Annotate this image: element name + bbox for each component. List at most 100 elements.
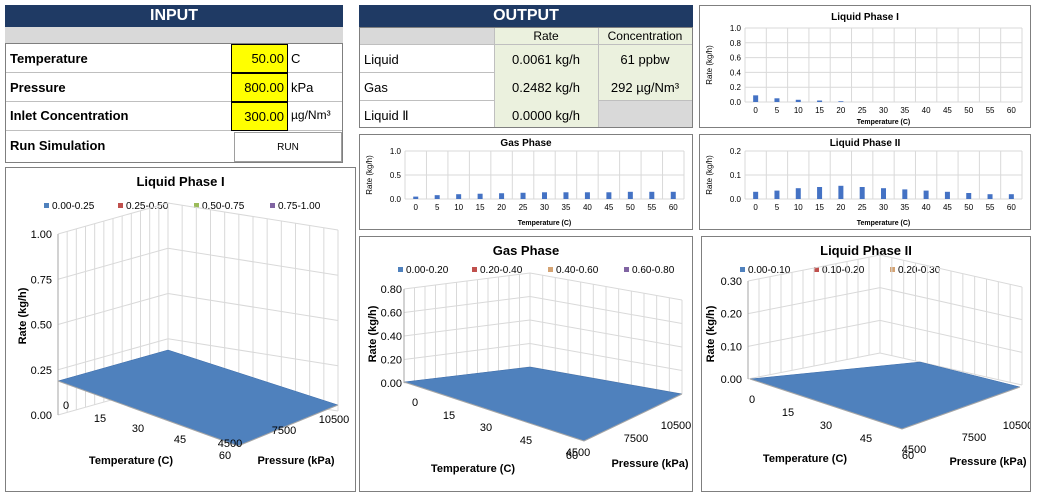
y-tick-label: 0.8 (730, 39, 742, 48)
bar (1008, 194, 1014, 199)
bar (584, 192, 590, 199)
x-tick-label: 30 (540, 203, 549, 212)
bar (881, 188, 886, 199)
x-tick-label: 10 (454, 203, 463, 212)
chart-gas-phase-bar: Gas Phase 0.0 0.5 1.0 0 5 10 15 20 25 30 35 40 45 50 55… (359, 134, 693, 230)
legend-swatch (548, 267, 553, 272)
bar (670, 191, 676, 199)
x-tick-label: 45 (604, 203, 613, 212)
x-tick-label: 15 (815, 203, 824, 212)
chart-title: Liquid Phase I (136, 174, 224, 189)
bar (795, 99, 801, 102)
inlet-concentration-input[interactable]: 300.00 (231, 102, 288, 131)
x-tick-label: 0 (753, 106, 758, 115)
y-tick-label: 0.2 (730, 83, 742, 92)
z-tick-label: 0.00 (31, 410, 52, 422)
chart-title: Liquid Phase II (820, 243, 912, 258)
bar (987, 194, 993, 199)
x-tick-label: 30 (820, 420, 832, 432)
x-tick-label: 45 (943, 106, 952, 115)
bar (649, 191, 655, 199)
x-tick-label: 60 (669, 203, 678, 212)
temperature-input[interactable]: 50.00 (231, 44, 288, 73)
x-tick-label: 10 (794, 106, 803, 115)
bar (774, 98, 780, 102)
pressure-input[interactable]: 800.00 (231, 73, 288, 102)
x-tick-label: 30 (879, 203, 888, 212)
bar (627, 191, 633, 199)
legend-entry: 0.25-0.50 (126, 201, 169, 212)
x-tick-label: 40 (583, 203, 592, 212)
bar (456, 194, 462, 199)
bar (817, 187, 823, 199)
chart-svg: Liquid Phase I 0.0 0.2 0.4 0.6 0.8 1.0 0 5 10 15 20… (705, 12, 1023, 126)
x-axis-label: Temperature (C) (857, 220, 911, 227)
liquid-concentration: 61 ppbw (620, 52, 670, 67)
x-tick-label: 5 (775, 106, 780, 115)
x-tick-label: 40 (922, 106, 931, 115)
x-tick-label: 50 (964, 203, 973, 212)
x-axis-label: Temperature (C) (518, 220, 572, 227)
x-axis-label: Temperature (C) (431, 463, 515, 475)
z-tick-label: 0.25 (31, 365, 52, 377)
z-tick-label: 0.75 (31, 274, 52, 286)
x-axis-label: Temperature (C) (763, 453, 847, 465)
bar (817, 100, 823, 102)
bar (966, 193, 972, 199)
x-tick-label: 0 (749, 394, 755, 406)
run-simulation-label: Run Simulation (10, 138, 106, 153)
legend-entry: 0.40-0.60 (556, 265, 599, 276)
x-tick-label: 15 (476, 203, 485, 212)
input-header: INPUT (5, 5, 343, 27)
x-tick-label: 20 (836, 106, 845, 115)
gridline (747, 287, 1023, 321)
chart-title: Gas Phase (493, 243, 560, 258)
bar (795, 188, 801, 199)
y-tick-label: 7500 (624, 433, 648, 445)
z-axis-label: Rate (kg/h) (367, 305, 379, 362)
x-tick-label: 25 (858, 106, 867, 115)
z-axis-label: Rate (kg/h) (705, 305, 717, 362)
temperature-label: Temperature (10, 51, 88, 66)
z-tick-label: 0.10 (721, 341, 742, 353)
chart-liquid-phase-ii-bar: Liquid Phase II 0.0 0.1 0.2 0 5 10 15 20 25 30 35 40… (699, 134, 1031, 230)
chart-title: Gas Phase (500, 138, 552, 149)
run-button[interactable]: RUN (234, 132, 342, 162)
x-tick-label: 30 (879, 106, 888, 115)
gas-rate: 0.2482 kg/h (512, 80, 580, 95)
y-tick-label: 1.0 (730, 24, 742, 33)
bar (838, 185, 844, 199)
legend-entry: 0.60-0.80 (632, 265, 675, 276)
y-tick-label: 4500 (218, 438, 242, 450)
bar (542, 192, 547, 199)
x-tick-label: 30 (480, 422, 492, 434)
x-tick-label: 60 (1007, 106, 1016, 115)
x-tick-label: 40 (922, 203, 931, 212)
x-tick-label: 15 (443, 410, 455, 422)
legend-entry: 0.75-1.00 (278, 201, 321, 212)
x-tick-label: 60 (1007, 203, 1016, 212)
legend-entry: 0.00-0.25 (52, 201, 95, 212)
pressure-unit: kPa (291, 80, 314, 95)
chart-gas-phase-surface: Gas Phase 0.00-0.20 0.20-0.40 0.40-0.60 0.60… (359, 236, 693, 492)
y-axis-label: Rate (kg/h) (705, 45, 714, 85)
y-tick-label: 1.0 (390, 147, 402, 156)
x-tick-label: 35 (562, 203, 571, 212)
x-tick-label: 5 (775, 203, 780, 212)
x-tick-label: 35 (900, 106, 909, 115)
inlet-concentration-label: Inlet Concentration (10, 108, 129, 123)
x-tick-label: 45 (860, 433, 872, 445)
legend-swatch (270, 203, 275, 208)
output-title: OUTPUT (493, 7, 559, 24)
chart-svg: Liquid Phase II 0.0 0.1 0.2 0 5 10 15 20 25 30 35 40… (705, 138, 1023, 227)
x-tick-label: 50 (626, 203, 635, 212)
y-axis-label: Rate (kg/h) (365, 155, 374, 195)
z-tick-label: 0.20 (381, 355, 402, 367)
x-tick-label: 55 (986, 106, 995, 115)
legend-swatch (118, 203, 123, 208)
x-tick-label: 45 (520, 435, 532, 447)
x-tick-label: 10 (794, 203, 803, 212)
y-axis-label: Pressure (kPa) (257, 455, 334, 467)
y-axis-label: Pressure (kPa) (949, 456, 1026, 468)
gridline (747, 319, 1023, 353)
